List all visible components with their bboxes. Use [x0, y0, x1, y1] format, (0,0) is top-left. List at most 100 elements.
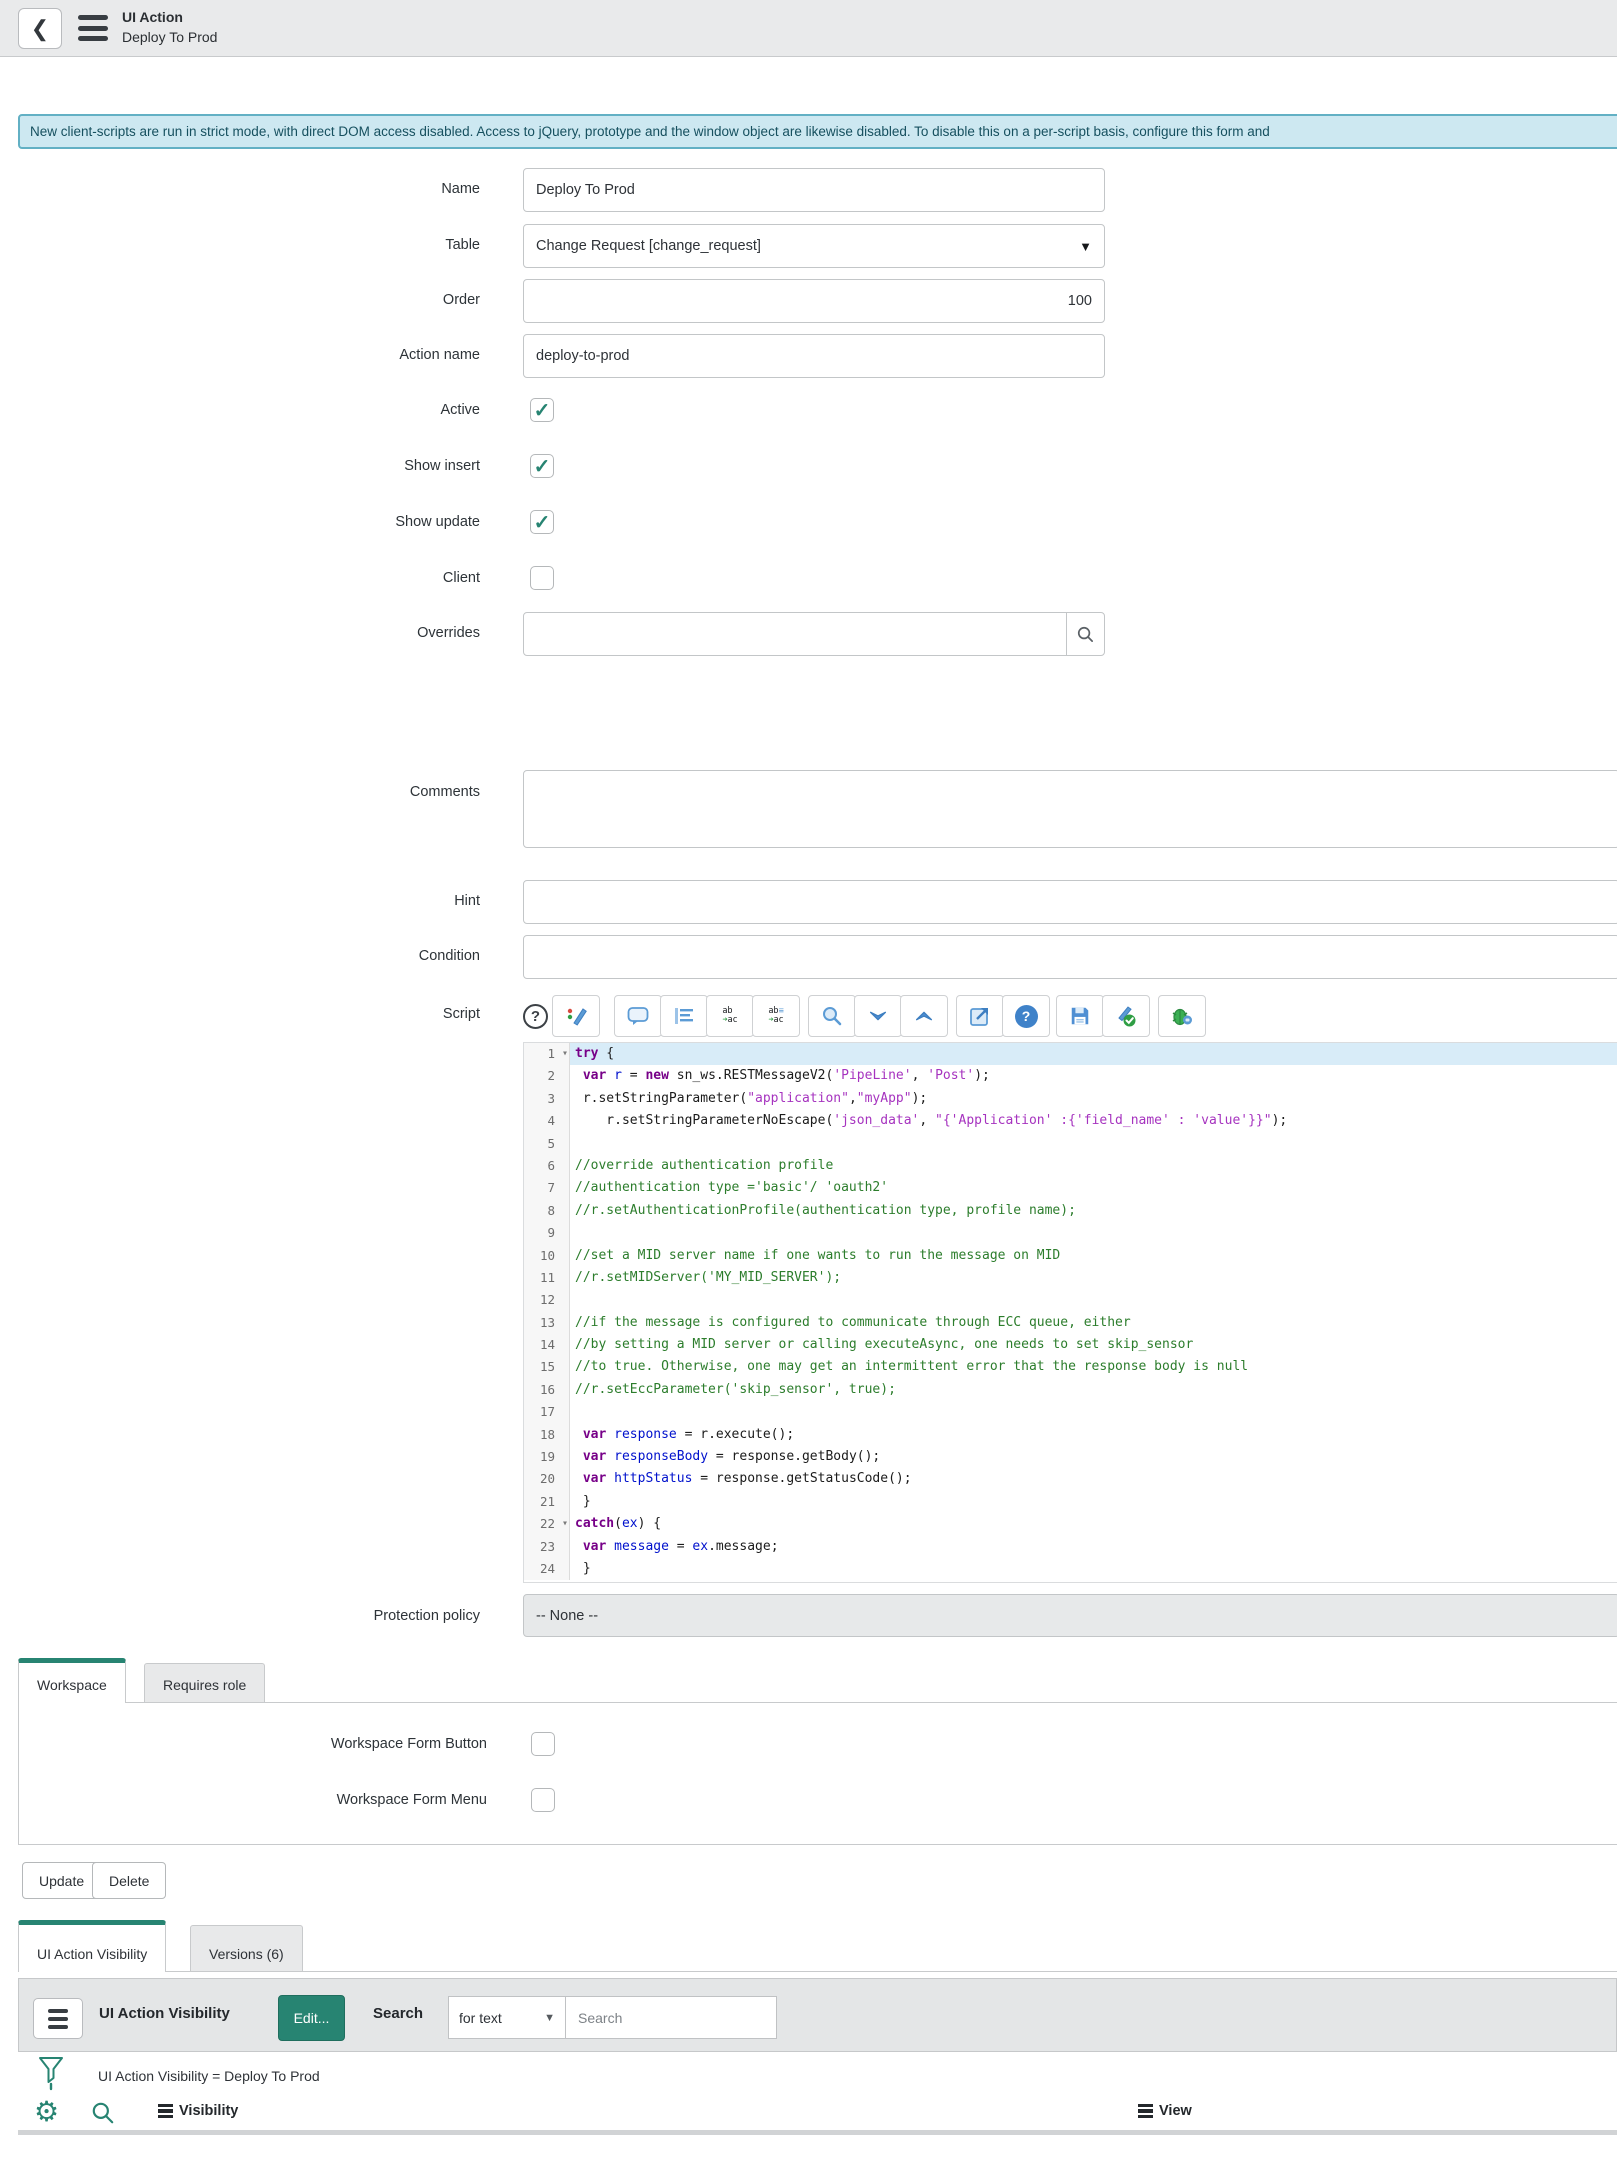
workspace-form-button-checkbox[interactable] [531, 1732, 555, 1756]
code-line[interactable]: 21 } [524, 1491, 1617, 1513]
list-personalize-gear-icon[interactable]: ⚙ [34, 2098, 59, 2126]
line-number: 8 [524, 1200, 570, 1222]
line-number: 18 [524, 1424, 570, 1446]
hint-input[interactable] [523, 880, 1617, 924]
column-header-visibility[interactable]: Visibility [158, 2103, 238, 2119]
open-in-new-window-button[interactable] [956, 995, 1004, 1037]
show-update-checkbox[interactable]: ✓ [530, 510, 554, 534]
code-line[interactable]: 12 [524, 1289, 1617, 1311]
column-header-view[interactable]: View [1138, 2103, 1192, 2119]
code-line[interactable]: 9 [524, 1222, 1617, 1244]
code-line[interactable]: 3 r.setStringParameter("application","my… [524, 1088, 1617, 1110]
field-help-icon[interactable]: ? [523, 1004, 548, 1029]
script-code-editor[interactable]: 1▾try {2 var r = new sn_ws.RESTMessageV2… [523, 1042, 1617, 1583]
pop-out-icon [968, 1004, 992, 1028]
syntax-editor-button[interactable] [552, 995, 600, 1037]
toggle-comment-button[interactable] [614, 995, 662, 1037]
workspace-form-button-label: Workspace Form Button [20, 1736, 487, 1752]
protection-policy-label: Protection policy [20, 1608, 480, 1624]
show-insert-checkbox[interactable]: ✓ [530, 454, 554, 478]
overrides-reference-field [523, 612, 1105, 656]
code-line[interactable]: 8//r.setAuthenticationProfile(authentica… [524, 1200, 1617, 1222]
code-text: r.setStringParameter("application","myAp… [570, 1088, 1617, 1110]
line-number: 22▾ [524, 1513, 570, 1535]
code-line[interactable]: 5 [524, 1133, 1617, 1155]
list-filter-breadcrumb[interactable]: UI Action Visibility = Deploy To Prod [98, 2068, 320, 2084]
code-text: catch(ex) { [570, 1513, 1617, 1535]
tab-versions[interactable]: Versions (6) [190, 1925, 303, 1972]
table-select[interactable]: Change Request [change_request] ▼ [523, 224, 1105, 268]
overrides-lookup-button[interactable] [1066, 613, 1104, 655]
code-line[interactable]: 6//override authentication profile [524, 1155, 1617, 1177]
code-line[interactable]: 23 var message = ex.message; [524, 1536, 1617, 1558]
code-text: var response = r.execute(); [570, 1424, 1617, 1446]
code-line[interactable]: 4 r.setStringParameterNoEscape('json_dat… [524, 1110, 1617, 1132]
code-line[interactable]: 16//r.setEccParameter('skip_sensor', tru… [524, 1379, 1617, 1401]
code-fold-icon[interactable]: ▾ [562, 1513, 568, 1535]
active-checkbox[interactable]: ✓ [530, 398, 554, 422]
order-input[interactable] [523, 279, 1105, 323]
code-line[interactable]: 19 var responseBody = response.getBody()… [524, 1446, 1617, 1468]
comments-textarea[interactable] [523, 770, 1617, 848]
page-header: ❮ UI Action Deploy To Prod [0, 0, 1617, 57]
delete-button[interactable]: Delete [92, 1862, 166, 1899]
code-line[interactable]: 17 [524, 1401, 1617, 1423]
line-number: 13 [524, 1312, 570, 1334]
list-context-menu-icon[interactable] [33, 1998, 83, 2039]
help-button[interactable]: ? [1002, 995, 1050, 1037]
find-previous-button[interactable] [900, 995, 948, 1037]
protection-policy-select[interactable]: -- None -- [523, 1594, 1617, 1637]
record-title: Deploy To Prod [122, 29, 217, 45]
code-line[interactable]: 15//to true. Otherwise, one may get an i… [524, 1356, 1617, 1378]
action-name-input[interactable] [523, 334, 1105, 378]
name-input[interactable] [523, 168, 1105, 212]
edit-button[interactable]: Edit... [278, 1995, 345, 2041]
list-search-input[interactable] [565, 1996, 777, 2039]
code-fold-icon[interactable]: ▾ [562, 1043, 568, 1065]
condition-input[interactable] [523, 935, 1617, 979]
workspace-form-menu-checkbox[interactable] [531, 1788, 555, 1812]
replace-all-icon: ab≡ ➜ac [768, 1007, 783, 1025]
syntax-check-icon [1114, 1004, 1138, 1028]
save-button[interactable] [1056, 995, 1104, 1037]
code-text: //r.setMIDServer('MY_MID_SERVER'); [570, 1267, 1617, 1289]
find-next-button[interactable] [854, 995, 902, 1037]
code-line[interactable]: 22▾catch(ex) { [524, 1513, 1617, 1535]
filter-funnel-icon[interactable] [38, 2056, 64, 2092]
update-button[interactable]: Update [22, 1862, 101, 1899]
column-menu-icon[interactable] [158, 2104, 173, 2119]
syntax-check-button[interactable] [1102, 995, 1150, 1037]
code-line[interactable]: 1▾try { [524, 1043, 1617, 1065]
code-line[interactable]: 24 } [524, 1558, 1617, 1580]
debug-button[interactable] [1158, 995, 1206, 1037]
list-divider [18, 2130, 1617, 2135]
back-button[interactable]: ❮ [18, 8, 62, 49]
tab-workspace[interactable]: Workspace [18, 1658, 126, 1703]
column-menu-icon[interactable] [1138, 2104, 1153, 2119]
code-text: r.setStringParameterNoEscape('json_data'… [570, 1110, 1617, 1132]
code-text: //by setting a MID server or calling exe… [570, 1334, 1617, 1356]
code-text: var httpStatus = response.getStatusCode(… [570, 1468, 1617, 1490]
code-text: //r.setEccParameter('skip_sensor', true)… [570, 1379, 1617, 1401]
overrides-input[interactable] [524, 613, 1066, 655]
list-search-icon[interactable] [90, 2100, 116, 2126]
tab-requires-role[interactable]: Requires role [144, 1663, 265, 1703]
find-button[interactable] [808, 995, 856, 1037]
code-text [570, 1401, 1617, 1423]
code-line[interactable]: 14//by setting a MID server or calling e… [524, 1334, 1617, 1356]
name-label: Name [20, 181, 480, 197]
replace-button[interactable]: ab ➜ac [706, 995, 754, 1037]
client-checkbox[interactable] [530, 566, 554, 590]
code-line[interactable]: 11//r.setMIDServer('MY_MID_SERVER'); [524, 1267, 1617, 1289]
search-mode-select[interactable]: for text ▼ [448, 1996, 566, 2039]
replace-all-button[interactable]: ab≡ ➜ac [752, 995, 800, 1037]
tab-ui-action-visibility[interactable]: UI Action Visibility [18, 1920, 166, 1972]
context-menu-icon[interactable] [78, 15, 108, 41]
code-line[interactable]: 20 var httpStatus = response.getStatusCo… [524, 1468, 1617, 1490]
format-code-button[interactable] [660, 995, 708, 1037]
code-line[interactable]: 2 var r = new sn_ws.RESTMessageV2('PipeL… [524, 1065, 1617, 1087]
code-line[interactable]: 7//authentication type ='basic'/ 'oauth2… [524, 1177, 1617, 1199]
code-line[interactable]: 13//if the message is configured to comm… [524, 1312, 1617, 1334]
code-line[interactable]: 18 var response = r.execute(); [524, 1424, 1617, 1446]
code-line[interactable]: 10//set a MID server name if one wants t… [524, 1245, 1617, 1267]
